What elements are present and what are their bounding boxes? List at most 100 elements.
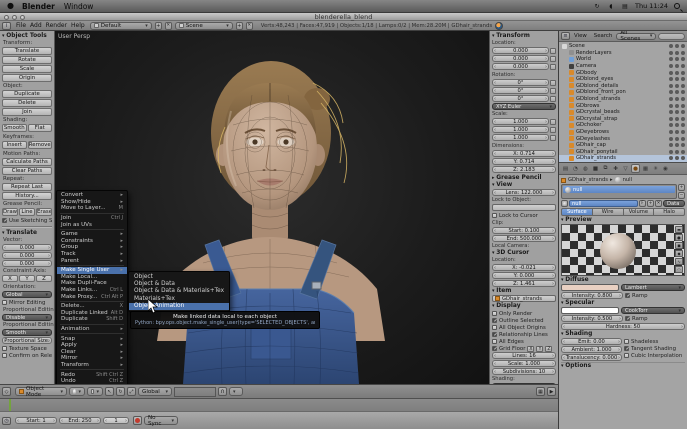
preview-type-button-0[interactable]: ▬ xyxy=(675,226,683,233)
properties-tab-constraints[interactable]: ⧉ xyxy=(601,164,610,173)
apple-menu-icon[interactable]: ● xyxy=(7,2,14,10)
menu-item-move-to-layer[interactable]: Move to Layer...M xyxy=(57,205,127,212)
falloff-dropdown[interactable]: Smooth xyxy=(2,329,52,336)
location-z-slider[interactable]: 0.000 xyxy=(492,63,549,70)
mac-menu-blender[interactable]: Blender xyxy=(22,2,55,11)
preview-panel-header[interactable]: Preview xyxy=(561,217,685,223)
renderability-toggle[interactable] xyxy=(681,117,685,121)
toolshelf-button-remove[interactable]: Remove xyxy=(28,141,53,149)
editor-type-timeline-icon[interactable]: ◷ xyxy=(2,417,11,425)
diffuse-panel-header[interactable]: Diffuse xyxy=(561,277,685,283)
renderability-toggle[interactable] xyxy=(681,104,685,108)
renderability-toggle[interactable] xyxy=(681,64,685,68)
new-material-button[interactable] xyxy=(647,200,654,207)
preview-type-button-3[interactable]: ◆ xyxy=(675,250,683,257)
view-panel-header[interactable]: View xyxy=(492,182,556,188)
checkbox-texture-space[interactable]: Texture Space xyxy=(2,345,52,352)
properties-tab-render[interactable]: ▤ xyxy=(561,164,570,173)
cursor-z-slider[interactable]: Z: 1.461 xyxy=(492,280,556,287)
editor-type-outliner-icon[interactable]: ≡ xyxy=(561,32,570,40)
checkbox-shadeless[interactable]: Shadeless xyxy=(624,338,685,345)
options-panel-header[interactable]: Options xyxy=(561,362,685,370)
toolshelf-button-line[interactable]: Line xyxy=(19,208,35,216)
checkbox-grid-floor[interactable]: Grid FloorXYZ xyxy=(492,345,556,352)
display-icon[interactable]: ▤ xyxy=(621,2,629,10)
menu-item-make-single-user[interactable]: Make Single User xyxy=(57,267,127,274)
outliner-row-camera[interactable]: Camera xyxy=(559,63,687,70)
submenu-item-object[interactable]: Object xyxy=(129,273,229,280)
display-field-lines[interactable]: Lines: 16 xyxy=(492,352,556,359)
scale-y-slider[interactable]: 1.000 xyxy=(492,126,549,133)
diffuse-ramp-checkbox[interactable]: Ramp xyxy=(625,292,685,299)
constraint-axis-y[interactable]: Y xyxy=(19,275,35,282)
transform-orientation-dropdown[interactable]: Global xyxy=(138,387,172,396)
lock-icon[interactable] xyxy=(550,135,556,141)
3d-cursor-panel-header[interactable]: 3D Cursor xyxy=(492,250,556,256)
visibility-eye-toggle[interactable] xyxy=(669,51,673,55)
outliner-row-scene[interactable]: Scene xyxy=(559,43,687,50)
outliner-row-gdhair-strands[interactable]: GDhair_strands xyxy=(559,155,687,162)
toolshelf-button-origin[interactable]: Origin xyxy=(2,74,52,82)
outliner-row-gdhair-ponytail[interactable]: GDhair_ponytail xyxy=(559,149,687,156)
render-opengl-button[interactable]: ▦ xyxy=(536,387,545,396)
shading-panel-header[interactable]: Shading xyxy=(561,331,685,337)
visibility-eye-toggle[interactable] xyxy=(669,117,673,121)
visibility-eye-toggle[interactable] xyxy=(669,57,673,61)
vector-z-slider[interactable]: 0.000 xyxy=(2,260,52,267)
menu-item-make-links[interactable]: Make Links...Ctrl L xyxy=(57,287,127,294)
editor-type-info-icon[interactable]: i xyxy=(2,22,11,30)
checkbox-relationship-lines[interactable]: Relationship Lines xyxy=(492,331,556,338)
snap-element-dropdown[interactable] xyxy=(229,387,243,396)
outliner-row-gdbrows[interactable]: GDbrows xyxy=(559,102,687,109)
browse-material-button[interactable] xyxy=(561,200,568,207)
dimension-x-slider[interactable]: X: 0.714 xyxy=(492,150,556,157)
outliner-menu-view[interactable]: View xyxy=(572,33,589,39)
outliner-row-gdblond-eyes[interactable]: GDblond_eyes xyxy=(559,76,687,83)
mac-menu-window[interactable]: Window xyxy=(64,2,94,11)
hardness-slider[interactable]: Hardness: 50 xyxy=(561,323,685,330)
outliner-row-gdeyelashes[interactable]: GDeyelashes xyxy=(559,135,687,142)
clip-end-slider[interactable]: End: 500.000 xyxy=(492,235,556,242)
outliner-scope-dropdown[interactable]: All Scenes xyxy=(616,33,656,40)
rotation-z-slider[interactable]: 0° xyxy=(492,95,549,102)
mode-dropdown[interactable]: Object Mode xyxy=(15,387,67,396)
submenu-item-object-data-materials-tex[interactable]: Object & Data & Materials+Tex xyxy=(129,288,229,295)
grease-pencil-panel-header[interactable]: Grease Pencil xyxy=(492,175,556,181)
tool-shelf-title[interactable]: Object Tools xyxy=(2,33,52,39)
renderability-toggle[interactable] xyxy=(681,143,685,147)
menu-item-mirror[interactable]: Mirror xyxy=(57,355,127,362)
material-slot-item[interactable]: null xyxy=(563,186,675,193)
visibility-eye-toggle[interactable] xyxy=(669,137,673,141)
menubar-clock[interactable]: Thu 11:24 xyxy=(635,2,668,10)
outliner-search-input[interactable] xyxy=(658,33,685,40)
diffuse-shader-dropdown[interactable]: Lambert xyxy=(621,284,685,291)
toolshelf-button-join[interactable]: Join xyxy=(2,108,52,116)
timemachine-icon[interactable]: ↻ xyxy=(593,2,601,10)
specular-intensity-slider[interactable]: Intensity: 0.500 xyxy=(561,315,623,322)
selectability-toggle[interactable] xyxy=(675,71,679,75)
menu-item-clear[interactable]: Clear xyxy=(57,348,127,355)
breadcrumb-material[interactable]: null xyxy=(623,177,632,183)
pivot-point-dropdown[interactable] xyxy=(87,387,103,396)
visibility-eye-toggle[interactable] xyxy=(669,44,673,48)
toolshelf-button-delete[interactable]: Delete xyxy=(2,99,52,107)
renderability-toggle[interactable] xyxy=(681,110,685,114)
outliner-row-gdblond-front-pon[interactable]: GDblond_front_pon xyxy=(559,89,687,96)
add-slot-button[interactable] xyxy=(678,184,685,191)
selectability-toggle[interactable] xyxy=(675,143,679,147)
screen-layout-dropdown[interactable]: Default xyxy=(90,22,152,30)
auto-keyframe-record-button[interactable] xyxy=(133,416,142,425)
renderability-toggle[interactable] xyxy=(681,57,685,61)
visibility-eye-toggle[interactable] xyxy=(669,64,673,68)
visibility-eye-toggle[interactable] xyxy=(669,97,673,101)
frame-end-field[interactable]: End: 250 xyxy=(59,417,101,424)
transform-panel-header[interactable]: Transform xyxy=(492,33,556,39)
lock-icon[interactable] xyxy=(550,48,556,54)
info-menu-file[interactable]: File xyxy=(14,22,28,29)
item-name-field[interactable]: GDhair_strands xyxy=(492,295,556,302)
visibility-eye-toggle[interactable] xyxy=(669,123,673,127)
toolshelf-button-erase[interactable]: Erase xyxy=(36,208,52,216)
toolshelf-button-translate[interactable]: Translate xyxy=(2,47,52,55)
selectability-toggle[interactable] xyxy=(675,110,679,114)
selectability-toggle[interactable] xyxy=(675,150,679,154)
